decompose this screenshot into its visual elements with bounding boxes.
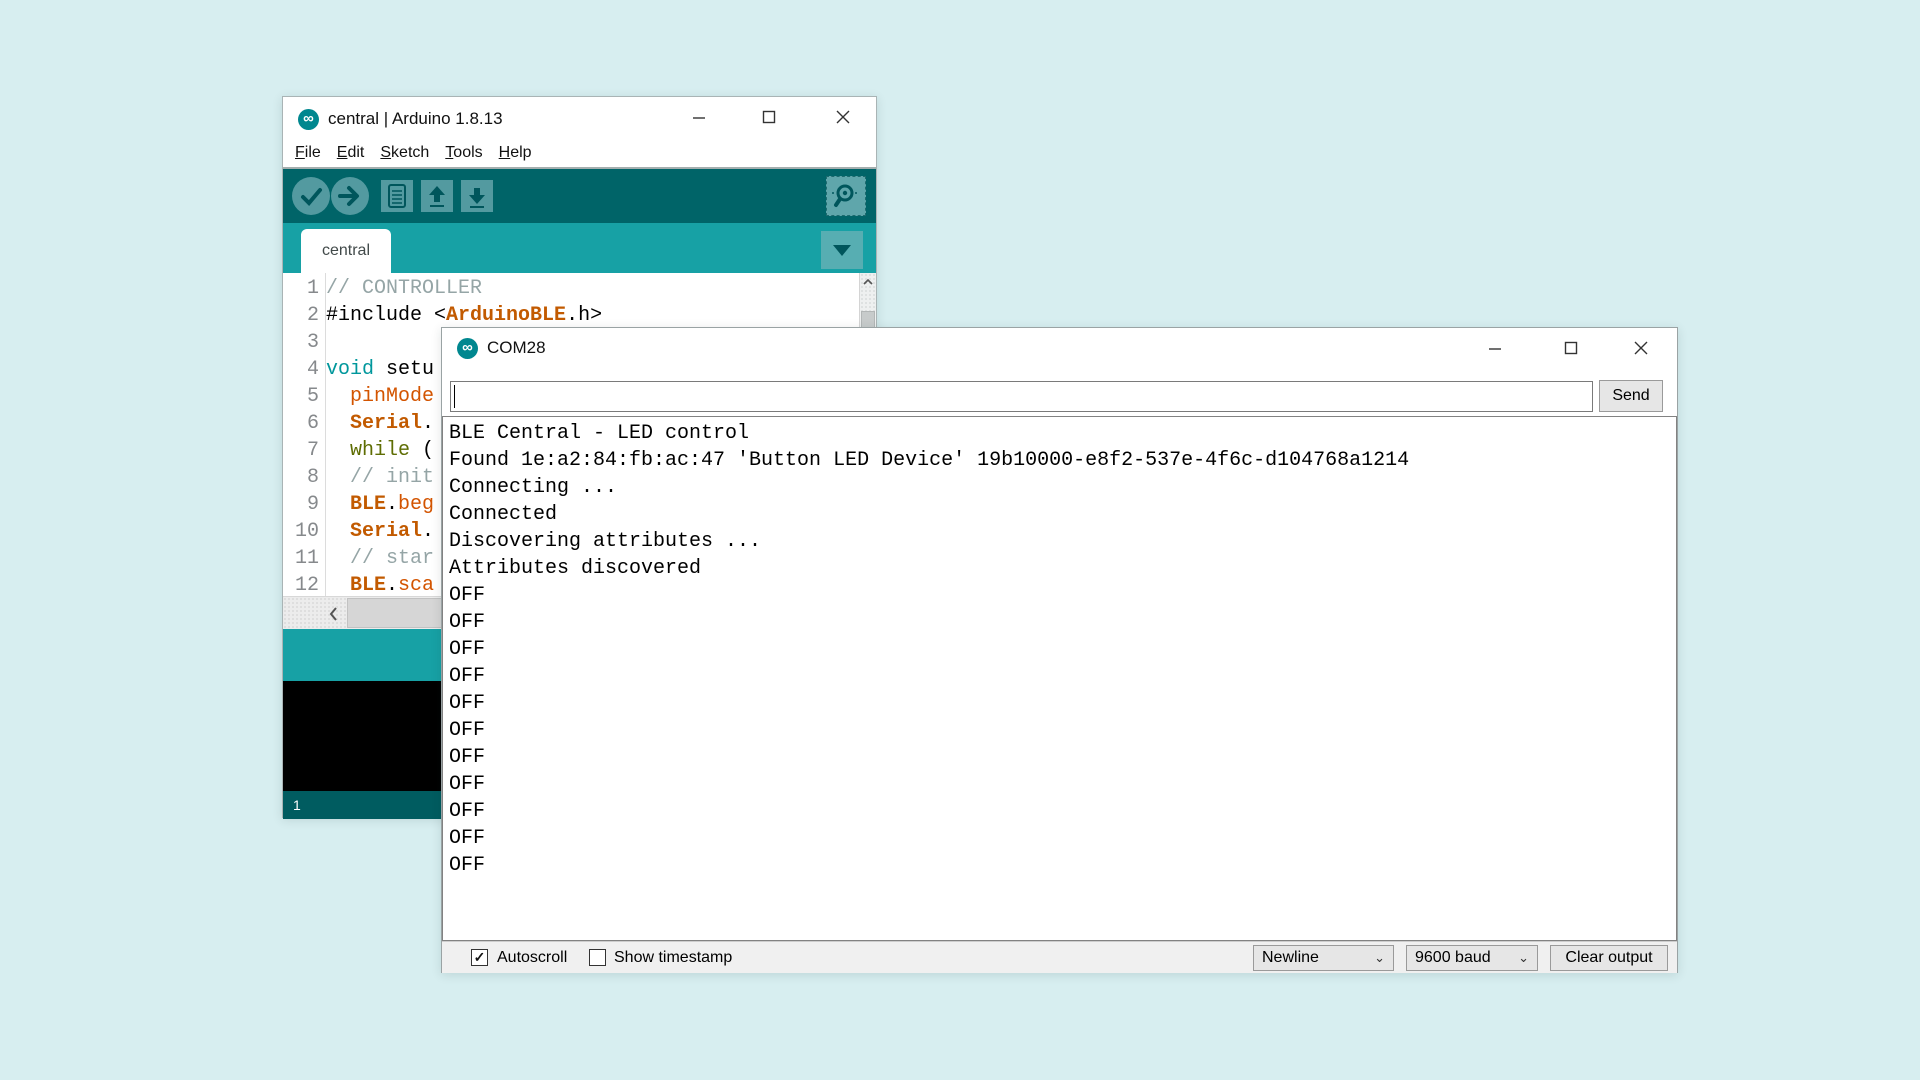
serial-output-line: Connecting ...: [449, 474, 1670, 501]
baud-rate-select[interactable]: 9600 baud ⌄: [1406, 945, 1538, 971]
upload-icon: [331, 177, 369, 215]
chevron-down-icon: ⌄: [1518, 946, 1529, 970]
line-ending-value: Newline: [1262, 949, 1319, 966]
serial-monitor-window: ∞ COM28 Send BLE Central - LED controlFo…: [441, 327, 1678, 973]
menu-tools[interactable]: Tools: [437, 141, 490, 165]
arduino-logo-icon: ∞: [298, 109, 319, 130]
upload-button[interactable]: [331, 177, 369, 215]
scroll-left-icon[interactable]: [321, 597, 345, 630]
serial-output-line: OFF: [449, 852, 1670, 879]
serial-output-line: OFF: [449, 717, 1670, 744]
line-number: 10: [283, 518, 325, 545]
open-button[interactable]: [421, 180, 453, 212]
line-number: 4: [283, 356, 325, 383]
menu-help[interactable]: Help: [491, 141, 540, 165]
close-button[interactable]: [821, 97, 865, 137]
menu-sketch[interactable]: Sketch: [372, 141, 437, 165]
line-number: 3: [283, 329, 325, 356]
new-sketch-icon: [381, 180, 413, 212]
send-button[interactable]: Send: [1599, 380, 1663, 412]
serial-send-input[interactable]: [450, 381, 1593, 412]
verify-button[interactable]: [292, 177, 330, 215]
clear-output-button[interactable]: Clear output: [1550, 945, 1668, 971]
autoscroll-label: Autoscroll: [497, 949, 567, 967]
serial-output-line: Discovering attributes ...: [449, 528, 1670, 555]
close-button[interactable]: [1619, 328, 1663, 368]
serial-output-line: OFF: [449, 636, 1670, 663]
serial-titlebar[interactable]: ∞ COM28: [442, 328, 1677, 372]
baud-rate-value: 9600 baud: [1415, 949, 1491, 966]
line-number: 2: [283, 302, 325, 329]
serial-output-line: OFF: [449, 798, 1670, 825]
gutter: 123456789101112: [283, 275, 325, 596]
ide-titlebar[interactable]: ∞ central | Arduino 1.8.13: [283, 97, 876, 141]
menu-bar: FileEditSketchToolsHelp: [283, 141, 876, 167]
line-ending-select[interactable]: Newline ⌄: [1253, 945, 1394, 971]
show-timestamp-label: Show timestamp: [614, 949, 732, 967]
open-icon: [421, 180, 453, 212]
serial-output-line: Connected: [449, 501, 1670, 528]
serial-output-line: OFF: [449, 771, 1670, 798]
scroll-up-icon[interactable]: [860, 273, 876, 291]
tab-menu-button[interactable]: [821, 231, 863, 269]
ide-window-title: central | Arduino 1.8.13: [328, 109, 503, 129]
serial-monitor-button[interactable]: [826, 176, 866, 216]
serial-output-line: OFF: [449, 663, 1670, 690]
line-number: 7: [283, 437, 325, 464]
chevron-down-icon: [833, 245, 851, 256]
serial-output-line: OFF: [449, 744, 1670, 771]
menu-edit[interactable]: Edit: [329, 141, 373, 165]
arduino-logo-icon: ∞: [457, 338, 478, 359]
line-number: 5: [283, 383, 325, 410]
tab-central[interactable]: central: [301, 229, 391, 273]
save-button[interactable]: [461, 180, 493, 212]
serial-output-line: BLE Central - LED control: [449, 420, 1670, 447]
serial-output-line: OFF: [449, 609, 1670, 636]
line-number: 11: [283, 545, 325, 572]
status-line-number: 1: [293, 797, 301, 813]
verify-icon: [292, 177, 330, 215]
save-icon: [461, 180, 493, 212]
chevron-down-icon: ⌄: [1374, 946, 1385, 970]
text-caret: [454, 385, 455, 408]
code-line: #include <ArduinoBLE.h>: [326, 302, 859, 329]
new-sketch-button[interactable]: [381, 180, 413, 212]
minimize-button[interactable]: [677, 97, 721, 137]
serial-window-title: COM28: [487, 338, 546, 358]
line-number: 9: [283, 491, 325, 518]
autoscroll-checkbox[interactable]: [471, 949, 488, 966]
serial-output-line: OFF: [449, 582, 1670, 609]
line-number: 1: [283, 275, 325, 302]
serial-output[interactable]: BLE Central - LED controlFound 1e:a2:84:…: [442, 416, 1677, 941]
serial-output-line: Found 1e:a2:84:fb:ac:47 'Button LED Devi…: [449, 447, 1670, 474]
tab-bar: central: [283, 223, 876, 273]
ide-toolbar: [283, 169, 876, 223]
show-timestamp-checkbox[interactable]: [589, 949, 606, 966]
maximize-button[interactable]: [747, 97, 791, 137]
menu-file[interactable]: File: [287, 141, 329, 165]
serial-output-line: Attributes discovered: [449, 555, 1670, 582]
maximize-button[interactable]: [1549, 328, 1593, 368]
serial-output-line: OFF: [449, 825, 1670, 852]
serial-monitor-icon: [831, 181, 861, 211]
line-number: 6: [283, 410, 325, 437]
serial-bottom-bar: Autoscroll Show timestamp Newline ⌄ 9600…: [442, 941, 1677, 973]
minimize-button[interactable]: [1473, 328, 1517, 368]
line-number: 12: [283, 572, 325, 596]
code-line: // CONTROLLER: [326, 275, 859, 302]
serial-output-line: OFF: [449, 690, 1670, 717]
line-number: 8: [283, 464, 325, 491]
